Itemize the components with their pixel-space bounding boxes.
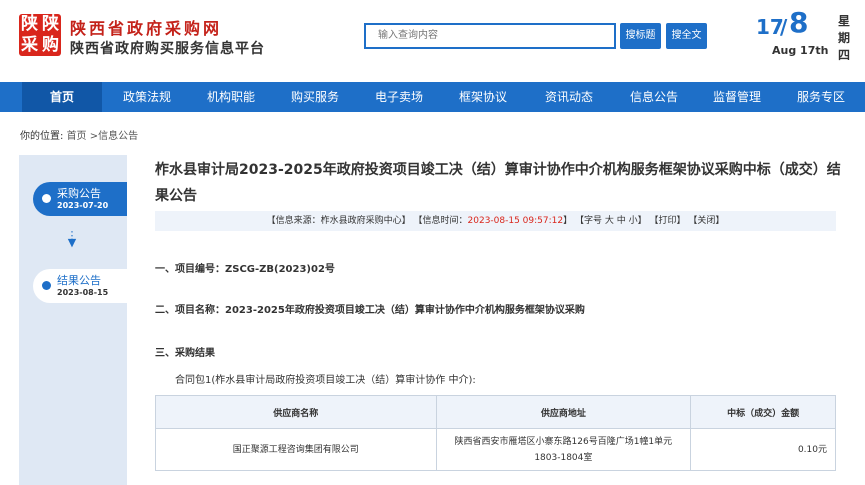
header: 陕 陕 采 购 陕西省政府采购网 陕西省政府购买服务信息平台 输入查询内容 搜标… <box>0 0 865 82</box>
breadcrumb-home-link[interactable]: 首页 <box>67 131 87 142</box>
article-title: 柞水县审计局2023-2025年政府投资项目竣工决（结）算审计协作中介机构服务框… <box>155 162 841 204</box>
logo-char: 购 <box>42 35 59 55</box>
step-date: 2023-07-20 <box>57 201 109 210</box>
column-header: 中标（成交）金额 <box>690 395 836 429</box>
date-english: Aug 17th <box>772 44 829 57</box>
result-table: 供应商名称 供应商地址 中标（成交）金额 国正聚源工程咨询集团有限公司 陕西省西… <box>155 395 836 471</box>
nav-item-news[interactable]: 资讯动态 <box>528 82 610 112</box>
step-result-notice[interactable]: 结果公告 2023-08-15 <box>33 269 127 303</box>
nav-item-purchase-service[interactable]: 购买服务 <box>276 82 354 112</box>
weekday-char: 期 <box>837 31 850 45</box>
award-amount-cell: 0.10元 <box>690 428 836 471</box>
weekday-char: 四 <box>837 48 850 62</box>
nav-item-supervision[interactable]: 监督管理 <box>696 82 778 112</box>
font-size-control[interactable]: 【字号 大 中 小】 <box>575 216 647 226</box>
nav-item-framework[interactable]: 框架协议 <box>444 82 522 112</box>
table-header-row: 供应商名称 供应商地址 中标（成交）金额 <box>155 395 836 429</box>
contract-package-label: 合同包1(柞水县审计局政府投资项目竣工决（结）算审计协作 中介): <box>175 375 476 386</box>
search-fulltext-button[interactable]: 搜全文 <box>666 23 707 49</box>
step-label: 结果公告 <box>57 274 101 287</box>
meta-time-close: 】 <box>563 216 573 226</box>
logo-char: 采 <box>21 35 38 55</box>
breadcrumb: 你的位置: 首页 >信息公告 <box>20 127 138 142</box>
down-arrow-icon: ⋮ ▼ <box>66 229 78 249</box>
nav-item-service-zone[interactable]: 服务专区 <box>780 82 862 112</box>
table-row: 国正聚源工程咨询集团有限公司 陕西省西安市雁塔区小寨东路126号百隆广场1幢1单… <box>155 428 836 471</box>
main-nav: 首页 政策法规 机构职能 购买服务 电子卖场 框架协议 资讯动态 信息公告 监督… <box>0 82 865 112</box>
nav-item-home[interactable]: 首页 <box>22 82 102 112</box>
step-date: 2023-08-15 <box>57 288 109 297</box>
column-header: 供应商名称 <box>155 395 437 429</box>
weekday-char: 星 <box>837 14 850 28</box>
date-separator: / <box>780 15 788 39</box>
search-input[interactable]: 输入查询内容 <box>364 23 616 49</box>
site-logo[interactable]: 陕 陕 采 购 <box>19 14 61 56</box>
section-project-number: 一、项目编号：ZSCG-ZB(2023)02号 <box>155 264 335 275</box>
nav-item-notices[interactable]: 信息公告 <box>613 82 695 112</box>
nav-item-e-mall[interactable]: 电子卖场 <box>360 82 438 112</box>
meta-time: 2023-08-15 09:57:12 <box>467 216 564 226</box>
logo-char: 陕 <box>21 14 38 34</box>
section-result-heading: 三、采购结果 <box>155 348 215 359</box>
date-month: 8 <box>789 6 809 39</box>
supplier-name-cell: 国正聚源工程咨询集团有限公司 <box>155 428 437 471</box>
search-title-button[interactable]: 搜标题 <box>620 23 661 49</box>
step-procurement-notice[interactable]: 采购公告 2023-07-20 <box>33 182 127 216</box>
step-dot-icon <box>42 281 51 290</box>
site-name: 陕西省政府采购网 <box>70 19 223 38</box>
progress-sidebar: 采购公告 2023-07-20 ⋮ ▼ 结果公告 2023-08-15 <box>19 155 127 485</box>
section-project-name: 二、项目名称：2023-2025年政府投资项目竣工决（结）算审计协作中介机构服务… <box>155 305 585 316</box>
column-header: 供应商地址 <box>435 395 692 429</box>
weekday: 星 期 四 <box>836 13 852 64</box>
supplier-address-cell: 陕西省西安市雁塔区小寨东路126号百隆广场1幢1单元1803-1804室 <box>435 428 692 471</box>
article-meta: 【信息来源：柞水县政府采购中心】 【信息时间：2023-08-15 09:57:… <box>155 211 836 231</box>
step-label: 采购公告 <box>57 187 101 200</box>
logo-char: 陕 <box>42 14 59 34</box>
meta-source: 【信息来源：柞水县政府采购中心】 <box>266 216 411 226</box>
nav-item-institution[interactable]: 机构职能 <box>192 82 270 112</box>
breadcrumb-current[interactable]: >信息公告 <box>90 131 138 142</box>
site-subtitle: 陕西省政府购买服务信息平台 <box>70 41 265 57</box>
step-dot-icon <box>42 194 51 203</box>
print-link[interactable]: 【打印】 <box>649 216 685 226</box>
nav-item-policy[interactable]: 政策法规 <box>108 82 186 112</box>
close-link[interactable]: 【关闭】 <box>688 216 724 226</box>
breadcrumb-label: 你的位置: <box>20 131 64 142</box>
meta-time-label: 【信息时间： <box>413 216 468 226</box>
